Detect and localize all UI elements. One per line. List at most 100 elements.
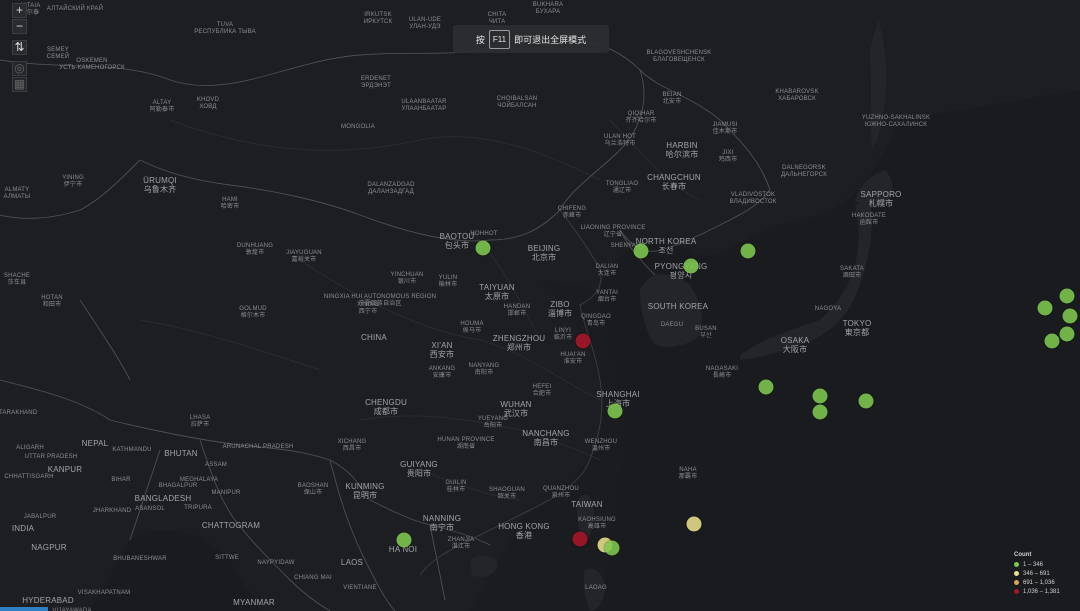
data-point[interactable]	[475, 240, 491, 256]
place-label-name: YUZHNO-SAKHALINSK	[861, 115, 931, 121]
place-label-name: HOHHOT	[470, 231, 498, 237]
place-label-name: BAOSHAN	[297, 483, 329, 489]
progress-strip	[0, 607, 48, 611]
data-point[interactable]	[607, 403, 623, 419]
map-canvas[interactable]: ALTAIA 阿尔泰 АЛТАЙСКИЙ КРАЙ IRKUTSK ИРКУТСК ULA…	[0, 0, 1080, 611]
data-point[interactable]	[758, 379, 774, 395]
place-label-local-name: 赤峰市	[562, 213, 582, 219]
place-label-name: ULAN-UDE	[408, 17, 442, 23]
zoom-in-button[interactable]: +	[12, 3, 27, 18]
place-label-name: DALANZADGAD	[367, 182, 415, 188]
place-label-local-name: 安康市	[432, 373, 452, 379]
data-point[interactable]	[686, 516, 702, 532]
place-label-name: ALIGARH	[16, 445, 44, 451]
place-label-name: BIHAR	[111, 477, 131, 483]
place-label: KHABAROVSK ХАБАРОВСК	[775, 89, 818, 103]
data-point[interactable]	[1059, 288, 1075, 304]
place-label-local-name: РЕСПУБЛИКА ТЫВА	[194, 29, 256, 35]
place-label-name: WENZHOU	[584, 439, 618, 445]
place-label-local-name: 昆明市	[352, 491, 378, 500]
place-label: BUSAN 부산	[695, 326, 717, 340]
place-label: JIAYUGUAN 嘉峪关市	[286, 250, 322, 264]
locate-icon[interactable]: ◎	[12, 61, 27, 76]
data-point[interactable]	[683, 258, 699, 274]
place-label: JABALPUR	[24, 514, 57, 521]
place-label-name: LAOAG	[585, 585, 607, 591]
place-label-name: JIAYUGUAN	[286, 250, 322, 256]
place-label-name: XICHANG	[337, 439, 367, 445]
place-label: WENZHOU 温州市	[585, 439, 617, 453]
legend-item: 1,036 – 1,381	[1014, 587, 1060, 596]
place-label-name: KHABAROVSK	[775, 89, 819, 95]
place-label-name: BHAGALPUR	[158, 483, 198, 489]
place-label-local-name: 阿勒泰市	[149, 107, 175, 113]
place-label-local-name: 成都市	[373, 407, 399, 416]
place-label-name: LAOS	[340, 558, 364, 567]
place-label: ASANSOL	[135, 506, 165, 513]
data-point[interactable]	[396, 532, 412, 548]
place-label-local-name: 乌兰浩特市	[604, 141, 636, 147]
place-label-local-name: 酒田市	[842, 273, 862, 279]
place-label-local-name: 東京都	[844, 328, 870, 337]
place-label: NEPAL	[82, 439, 109, 448]
place-label-name: ÜRUMQI	[143, 176, 177, 185]
data-point[interactable]	[858, 393, 874, 409]
place-label-name: HYDERABAD	[22, 596, 74, 605]
place-label-local-name: 包头市	[444, 241, 470, 250]
place-label-local-name: ВЛАДИВОСТОК	[729, 199, 777, 205]
place-label-local-name: 鸡西市	[718, 157, 738, 163]
place-label-local-name: 保山市	[303, 490, 323, 496]
place-label: YINCHUAN 银川市	[391, 272, 424, 286]
place-label-name: АЛТАЙСКИЙ КРАЙ	[46, 6, 104, 12]
place-label: SITTWE	[215, 555, 239, 562]
place-label-name: ASSAM	[204, 462, 228, 468]
layers-icon[interactable]: ▦	[12, 77, 27, 92]
place-label-local-name: 敦煌市	[245, 250, 265, 256]
place-label: DALNEGORSK ДАЛЬНЕГОРСК	[781, 165, 827, 179]
data-point[interactable]	[575, 333, 591, 349]
place-label: SAPPORO 札幌市	[861, 190, 902, 208]
place-label-name: IRKUTSK	[364, 12, 392, 18]
data-point[interactable]	[812, 404, 828, 420]
data-point[interactable]	[604, 540, 620, 556]
count-legend: Count 1 – 346 346 – 691 691 – 1,036 1,03…	[1014, 552, 1060, 596]
legend-swatch	[1014, 580, 1019, 585]
place-label: DUNHUANG 敦煌市	[237, 243, 273, 257]
place-label-name: NINGXIA HUI AUTONOMOUS REGION	[323, 294, 437, 300]
data-point[interactable]	[1059, 326, 1075, 342]
place-label: ZIBO 淄博市	[548, 300, 573, 318]
data-point[interactable]	[740, 243, 756, 259]
data-point[interactable]	[812, 388, 828, 404]
place-label: ALIGARH	[16, 445, 44, 452]
place-label-local-name: 泉州市	[551, 493, 571, 499]
place-label: CHOIBALSAN ЧОЙБАЛСАН	[497, 96, 538, 110]
data-point[interactable]	[633, 243, 649, 259]
place-label-name: DALIAN	[595, 264, 619, 270]
place-label: VLADIVOSTOK ВЛАДИВОСТОК	[730, 192, 777, 206]
place-label: ANKANG 安康市	[429, 366, 456, 380]
place-label-local-name: 長崎市	[712, 373, 732, 379]
place-label-local-name: 韶关市	[497, 494, 517, 500]
place-label: YULIN 榆林市	[439, 275, 458, 289]
place-label: TOKYO 東京都	[843, 319, 872, 337]
place-label: BUKHARA БУХАРА	[533, 2, 563, 16]
legend-label: 1 – 346	[1023, 561, 1044, 568]
data-point[interactable]	[1037, 300, 1053, 316]
place-label: TAIWAN	[571, 500, 602, 509]
data-point[interactable]	[1044, 333, 1060, 349]
place-label-name: MANIPUR	[211, 490, 241, 496]
data-point[interactable]	[572, 531, 588, 546]
place-label-name: BEIJING	[527, 244, 561, 253]
legend-swatch	[1014, 589, 1019, 594]
place-label-name: ZHENGZHOU	[492, 334, 546, 343]
place-label: ALTAY 阿勒泰市	[150, 100, 175, 114]
data-point[interactable]	[1062, 308, 1078, 324]
place-label-name: TAIWAN	[571, 500, 603, 509]
zoom-out-button[interactable]: −	[12, 19, 27, 34]
place-label-name: CHIANG MAI	[294, 575, 332, 581]
place-label: BLAGOVESHCHENSK БЛАГОВЕЩЕНСК	[646, 50, 711, 64]
reset-view-icon[interactable]: ⇅	[12, 40, 27, 55]
place-label: BEIJING 北京市	[528, 244, 561, 262]
place-label-name: HAMI	[222, 197, 238, 203]
place-label-name: BHUBANESHWAR	[113, 556, 167, 562]
